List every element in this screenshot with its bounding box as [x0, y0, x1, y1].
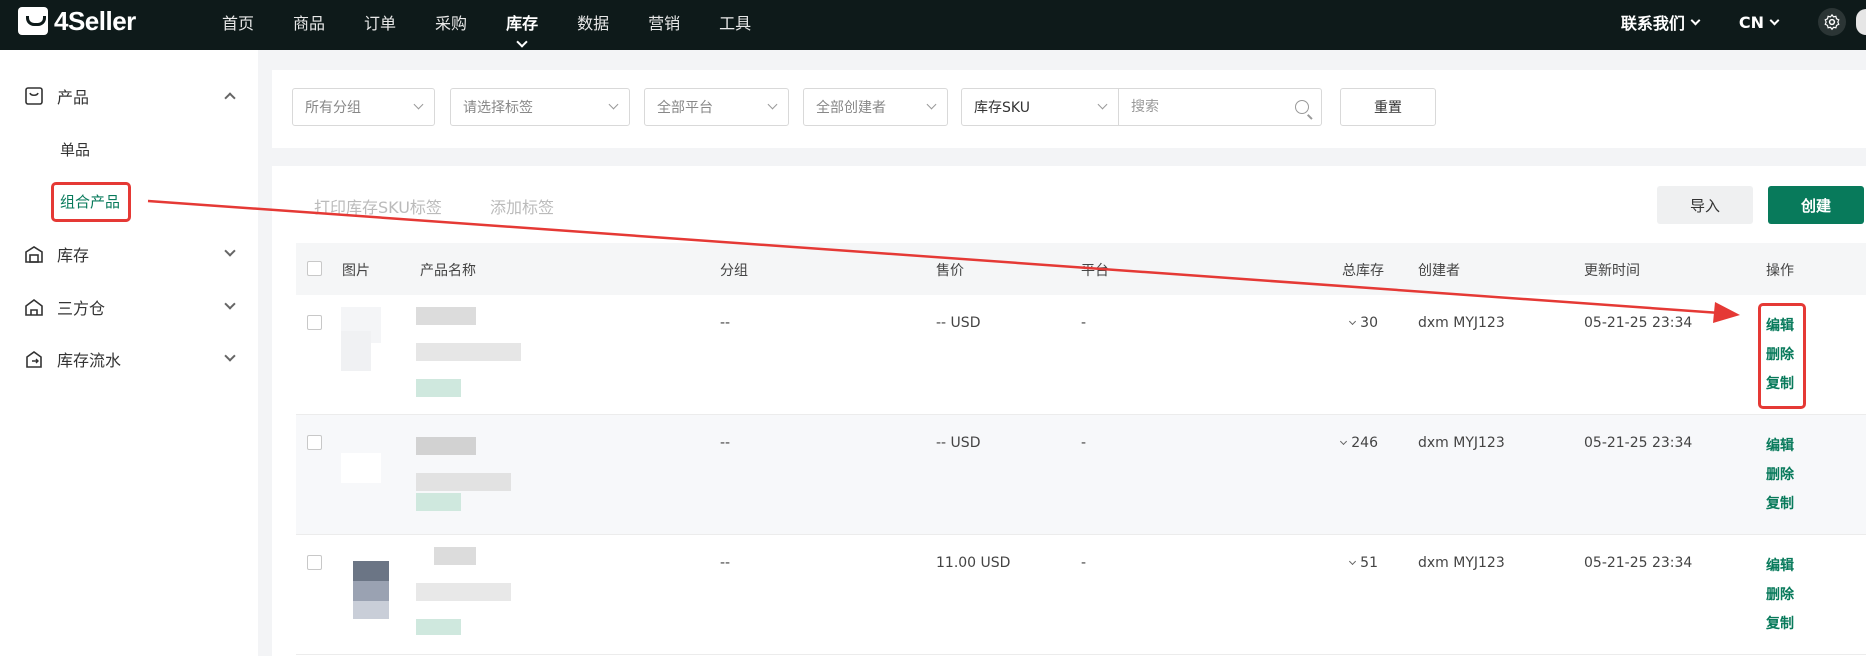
annotation-arrow — [147, 199, 1740, 323]
